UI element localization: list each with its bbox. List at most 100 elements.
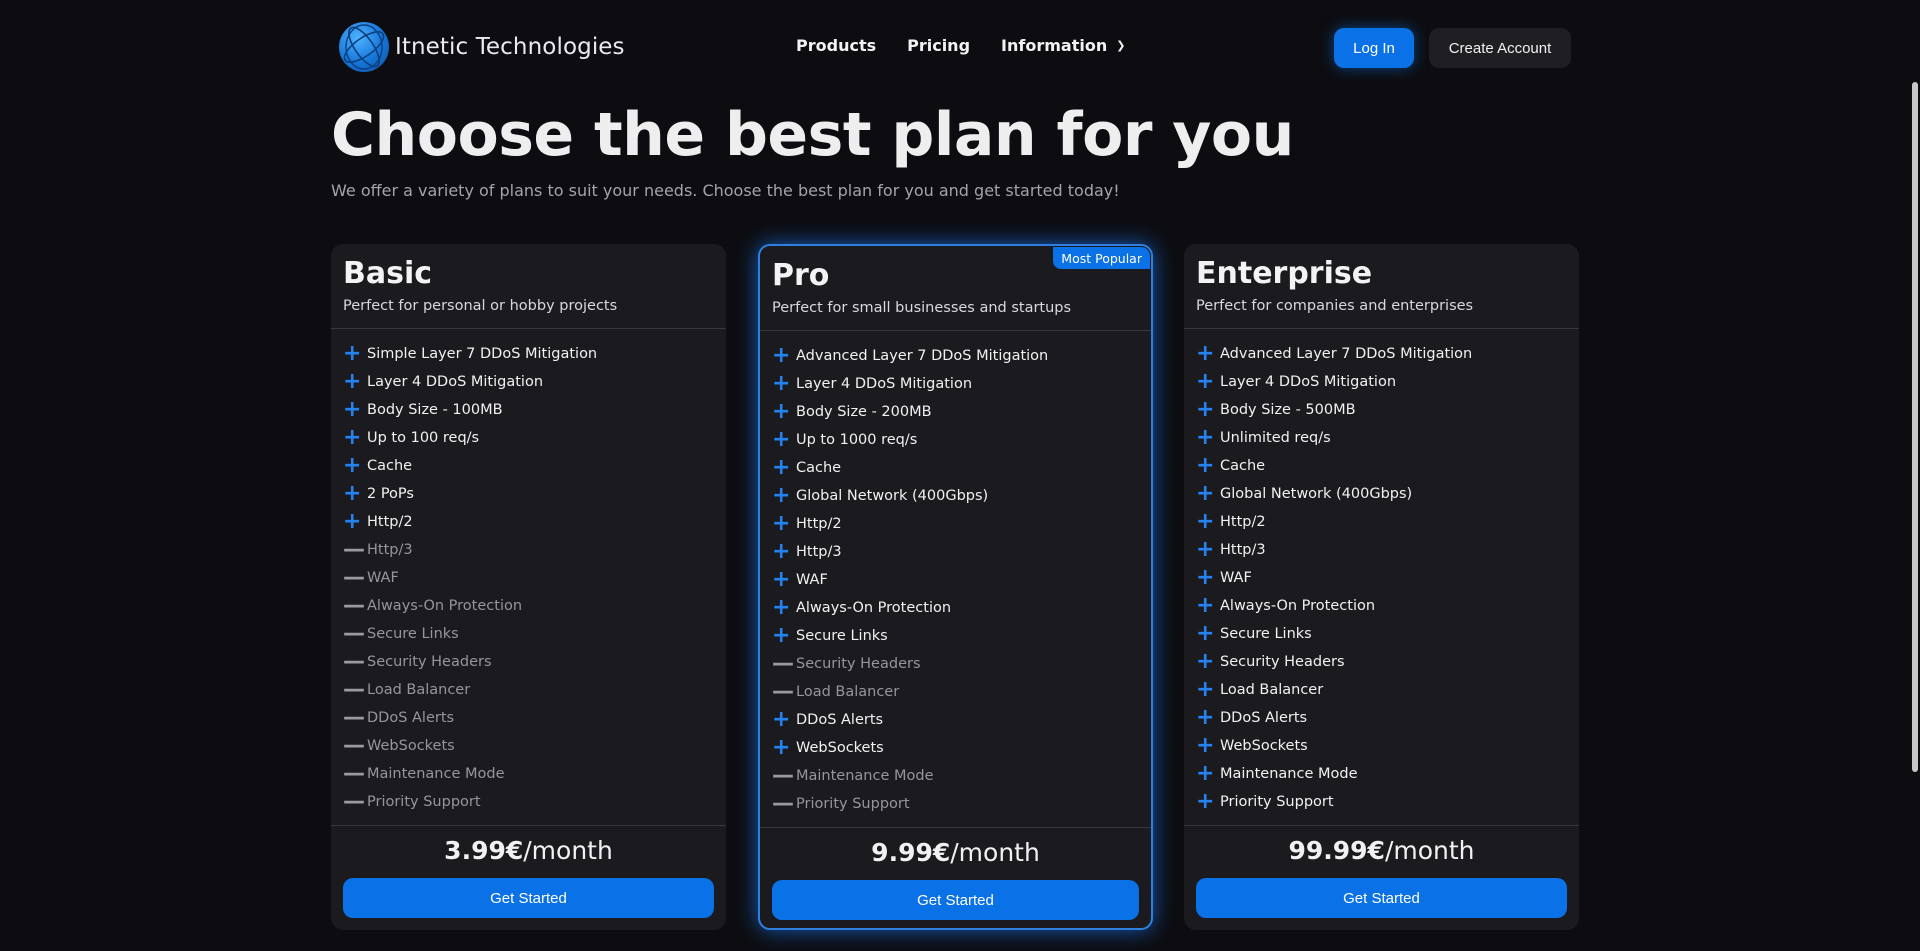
plus-icon: + <box>1196 789 1215 814</box>
page-scrollbar[interactable] <box>1912 82 1918 772</box>
feature-item: + Cache <box>343 452 714 480</box>
feature-item: + Body Size - 500MB <box>1196 396 1567 424</box>
feature-item: + Security Headers <box>1196 648 1567 676</box>
brand-logo[interactable]: Itnetic Technologies <box>339 22 625 72</box>
feature-item: + WAF <box>772 566 1139 594</box>
feature-label: Load Balancer <box>796 684 900 700</box>
feature-item: + Global Network (400Gbps) <box>1196 480 1567 508</box>
feature-label: Security Headers <box>1220 654 1345 670</box>
nav-products[interactable]: Products <box>796 36 876 55</box>
feature-label: Always-On Protection <box>1220 598 1376 614</box>
feature-label: Cache <box>1220 458 1266 474</box>
page-subtitle: We offer a variety of plans to suit your… <box>331 181 1120 200</box>
feature-label: Http/3 <box>796 544 842 560</box>
feature-item: + Unlimited req/s <box>1196 424 1567 452</box>
top-navbar: Itnetic Technologies Products Pricing In… <box>331 22 1571 74</box>
plus-icon: + <box>1196 621 1215 646</box>
plus-icon: + <box>343 397 362 422</box>
plan-card-enterprise: Enterprise Perfect for companies and ente… <box>1184 244 1579 930</box>
feature-item: + Http/2 <box>772 510 1139 538</box>
plus-icon: + <box>772 735 791 760</box>
plus-icon: + <box>772 399 791 424</box>
plus-icon: + <box>772 371 791 396</box>
feature-label: Maintenance Mode <box>1220 766 1358 782</box>
get-started-button[interactable]: Get Started <box>343 878 714 918</box>
feature-item: + Advanced Layer 7 DDoS Mitigation <box>1196 340 1567 368</box>
feature-item: + Layer 4 DDoS Mitigation <box>772 370 1139 398</box>
login-button[interactable]: Log In <box>1334 28 1414 68</box>
feature-label: WAF <box>367 570 399 586</box>
plus-icon: + <box>772 343 791 368</box>
feature-item: + Up to 1000 req/s <box>772 426 1139 454</box>
plus-icon: + <box>1196 481 1215 506</box>
plan-name: Pro <box>772 258 830 293</box>
globe-icon <box>339 22 389 72</box>
plus-icon: + <box>343 509 362 534</box>
plan-card-basic: Basic Perfect for personal or hobby proje… <box>331 244 726 930</box>
brand-name: Itnetic Technologies <box>395 34 625 60</box>
feature-label: Http/3 <box>1220 542 1266 558</box>
feature-label: Always-On Protection <box>367 598 523 614</box>
divider <box>760 827 1151 828</box>
feature-label: WebSockets <box>796 740 884 756</box>
feature-label: WebSockets <box>367 738 455 754</box>
feature-item: + WAF <box>1196 564 1567 592</box>
feature-item: + Http/3 <box>1196 536 1567 564</box>
feature-item: + Secure Links <box>1196 620 1567 648</box>
plan-description: Perfect for personal or hobby projects <box>343 298 618 314</box>
plus-icon: + <box>343 481 362 506</box>
feature-list: + Simple Layer 7 DDoS Mitigation + Layer 4 … <box>343 340 714 816</box>
plus-icon: + <box>1196 341 1215 366</box>
feature-item: + Simple Layer 7 DDoS Mitigation <box>343 340 714 368</box>
feature-item: + Advanced Layer 7 DDoS Mitigation <box>772 342 1139 370</box>
minus-icon: — <box>343 565 365 590</box>
plus-icon: + <box>1196 705 1215 730</box>
feature-item: + Maintenance Mode <box>1196 760 1567 788</box>
feature-item: — Maintenance Mode <box>343 760 714 788</box>
feature-item: + Body Size - 100MB <box>343 396 714 424</box>
minus-icon: — <box>343 621 365 646</box>
price-unit: /month <box>523 836 613 865</box>
nav-information[interactable]: Information ❯ <box>1001 36 1125 55</box>
feature-label: Body Size - 500MB <box>1220 402 1356 418</box>
get-started-button[interactable]: Get Started <box>1196 878 1567 918</box>
feature-label: Load Balancer <box>367 682 471 698</box>
feature-item: + Body Size - 200MB <box>772 398 1139 426</box>
feature-item: + Always-On Protection <box>772 594 1139 622</box>
feature-item: + Load Balancer <box>1196 676 1567 704</box>
feature-item: + Http/3 <box>772 538 1139 566</box>
get-started-button[interactable]: Get Started <box>772 880 1139 920</box>
plus-icon: + <box>772 427 791 452</box>
minus-icon: — <box>343 593 365 618</box>
price-unit: /month <box>950 838 1040 867</box>
plus-icon: + <box>1196 425 1215 450</box>
minus-icon: — <box>772 679 794 704</box>
feature-label: Cache <box>367 458 413 474</box>
plan-price: 3.99€/month <box>331 836 726 865</box>
feature-item: + Secure Links <box>772 622 1139 650</box>
feature-item: + Layer 4 DDoS Mitigation <box>343 368 714 396</box>
feature-label: WebSockets <box>1220 738 1308 754</box>
feature-item: + WebSockets <box>772 734 1139 762</box>
price-amount: 3.99€ <box>444 836 524 865</box>
feature-item: + Http/2 <box>1196 508 1567 536</box>
nav-pricing[interactable]: Pricing <box>907 36 970 55</box>
feature-label: Http/2 <box>1220 514 1266 530</box>
feature-item: — Always-On Protection <box>343 592 714 620</box>
feature-label: Secure Links <box>796 628 888 644</box>
divider <box>1184 825 1579 826</box>
feature-item: + Up to 100 req/s <box>343 424 714 452</box>
plus-icon: + <box>343 425 362 450</box>
feature-item: + Always-On Protection <box>1196 592 1567 620</box>
feature-label: Priority Support <box>1220 794 1334 810</box>
minus-icon: — <box>343 705 365 730</box>
feature-label: Http/2 <box>367 514 413 530</box>
minus-icon: — <box>772 763 794 788</box>
create-account-button[interactable]: Create Account <box>1429 28 1571 68</box>
feature-item: + Priority Support <box>1196 788 1567 816</box>
price-amount: 99.99€ <box>1288 836 1385 865</box>
feature-label: Advanced Layer 7 DDoS Mitigation <box>1220 346 1473 362</box>
chevron-down-icon: ❯ <box>1116 39 1126 52</box>
minus-icon: — <box>343 677 365 702</box>
feature-label: DDoS Alerts <box>1220 710 1308 726</box>
